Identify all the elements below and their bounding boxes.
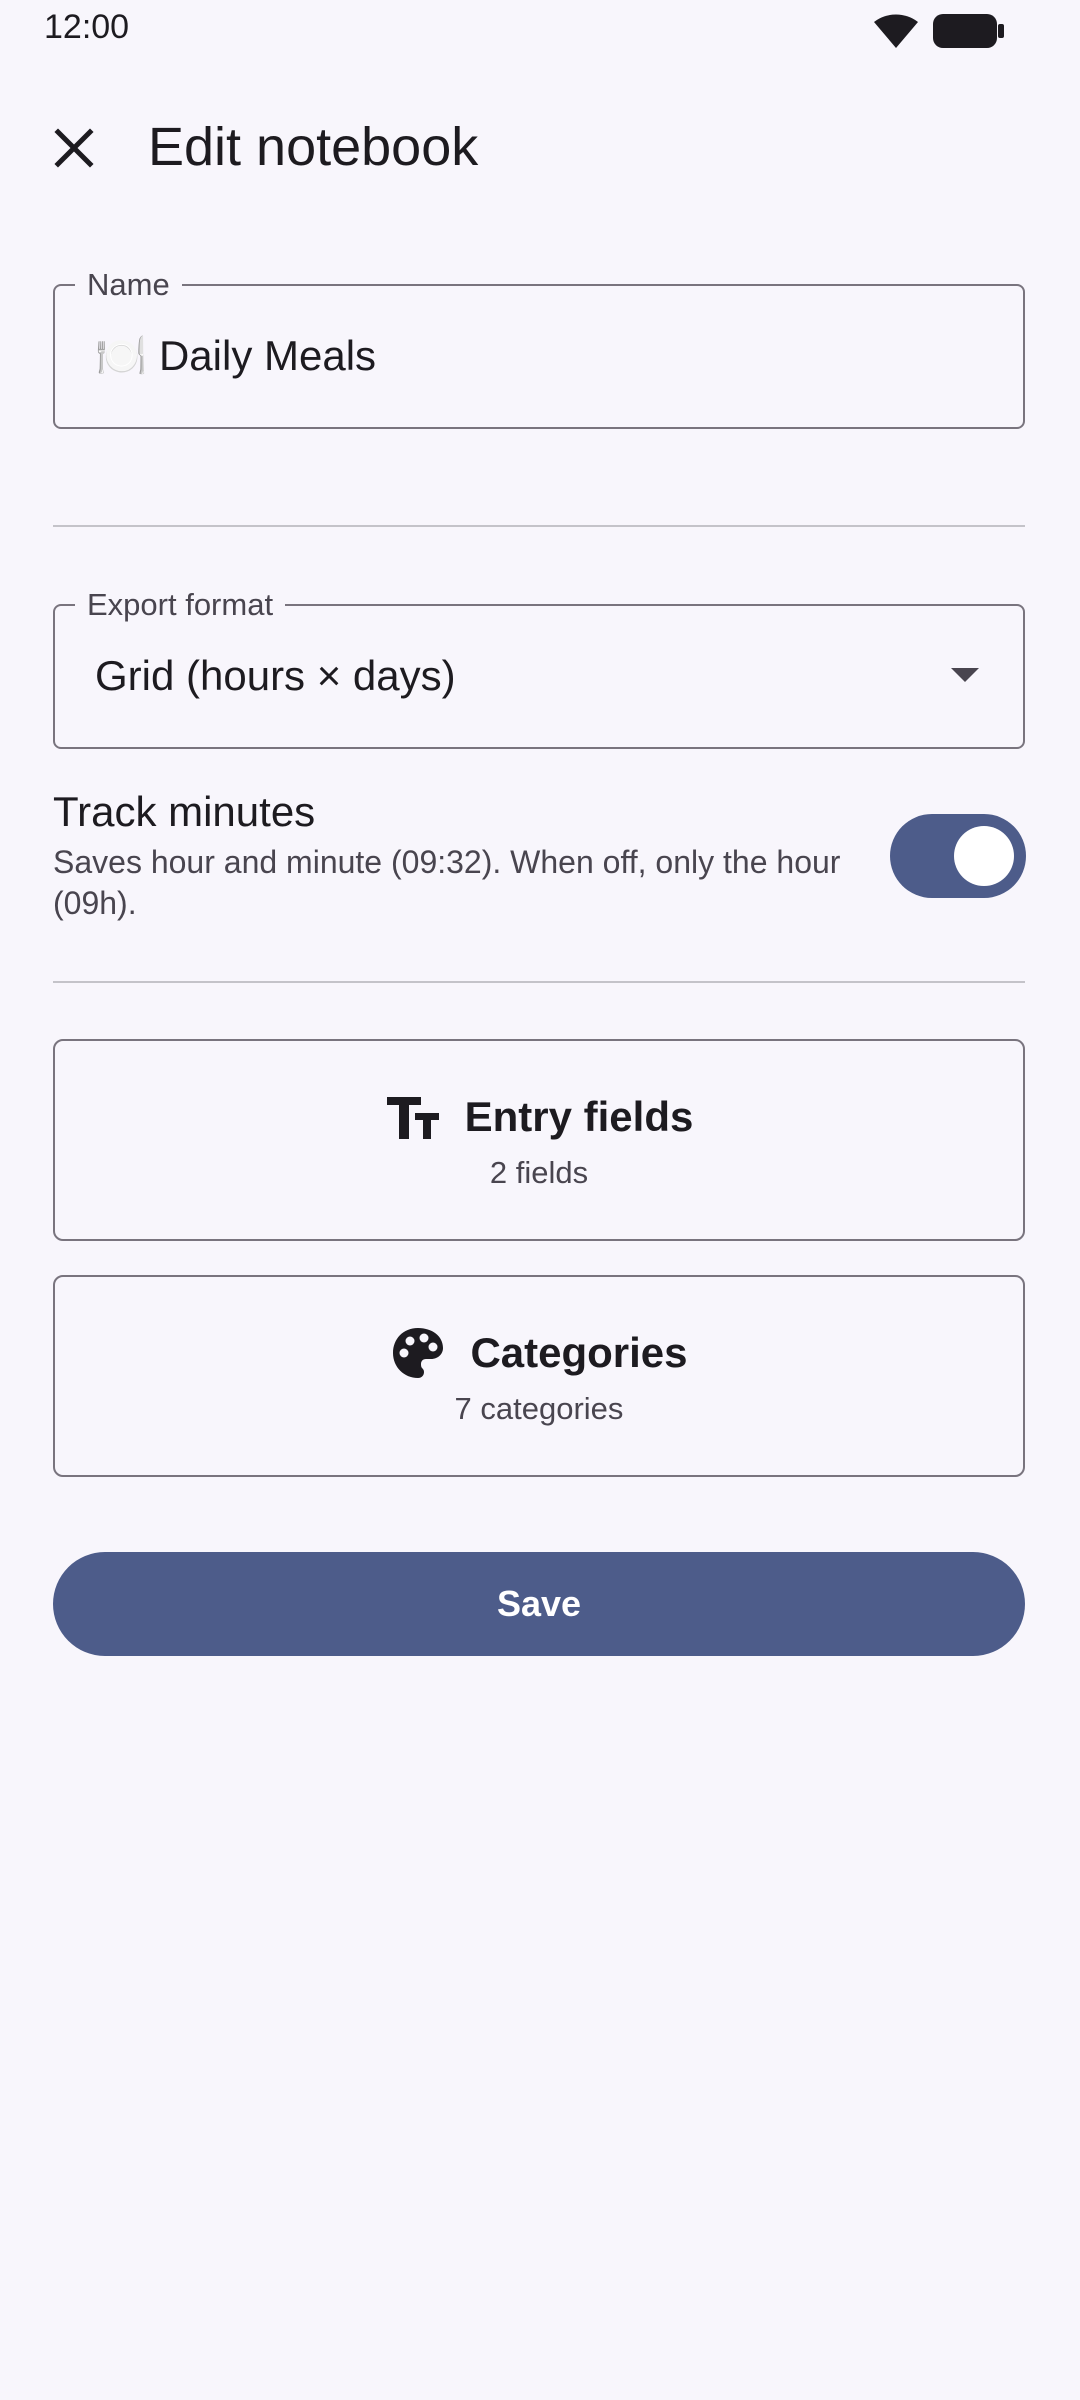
categories-subtitle: 7 categories	[454, 1391, 624, 1426]
top-app-bar: Edit notebook	[0, 100, 1080, 200]
switch-thumb	[954, 826, 1014, 886]
close-icon	[54, 128, 94, 168]
edit-notebook-screen: 12:00 Edit notebook Name 🍽️ Daily Meals …	[0, 0, 1080, 2400]
wifi-icon	[874, 14, 918, 48]
entry-fields-button[interactable]: Entry fields 2 fields	[53, 1039, 1025, 1241]
status-bar: 12:00	[0, 0, 1080, 60]
track-minutes-title: Track minutes	[53, 788, 316, 835]
track-minutes-description: Saves hour and minute (09:32). When off,…	[53, 844, 841, 921]
track-minutes-switch[interactable]	[890, 814, 1026, 898]
categories-button[interactable]: Categories 7 categories	[53, 1275, 1025, 1477]
save-button[interactable]: Save	[53, 1552, 1025, 1656]
status-time: 12:00	[44, 8, 130, 46]
categories-header: Categories	[55, 1323, 1023, 1383]
entry-fields-title: Entry fields	[464, 1093, 694, 1140]
categories-title: Categories	[470, 1329, 688, 1376]
name-field-value[interactable]: 🍽️ Daily Meals	[95, 286, 376, 426]
page-title: Edit notebook	[148, 117, 479, 177]
entry-fields-subtitle: 2 fields	[489, 1155, 589, 1190]
palette-icon	[393, 1328, 444, 1378]
text-fields-icon	[386, 1097, 439, 1139]
close-button[interactable]	[42, 116, 106, 180]
name-field[interactable]: Name 🍽️ Daily Meals	[53, 267, 1025, 429]
divider	[53, 981, 1025, 983]
entry-fields-header: Entry fields	[55, 1087, 1023, 1147]
divider	[53, 525, 1025, 527]
dropdown-arrow-icon[interactable]	[951, 668, 979, 682]
battery-icon	[933, 14, 1004, 48]
export-format-value: Grid (hours × days)	[95, 652, 456, 699]
export-format-dropdown[interactable]: Export format Grid (hours × days)	[53, 587, 1025, 749]
